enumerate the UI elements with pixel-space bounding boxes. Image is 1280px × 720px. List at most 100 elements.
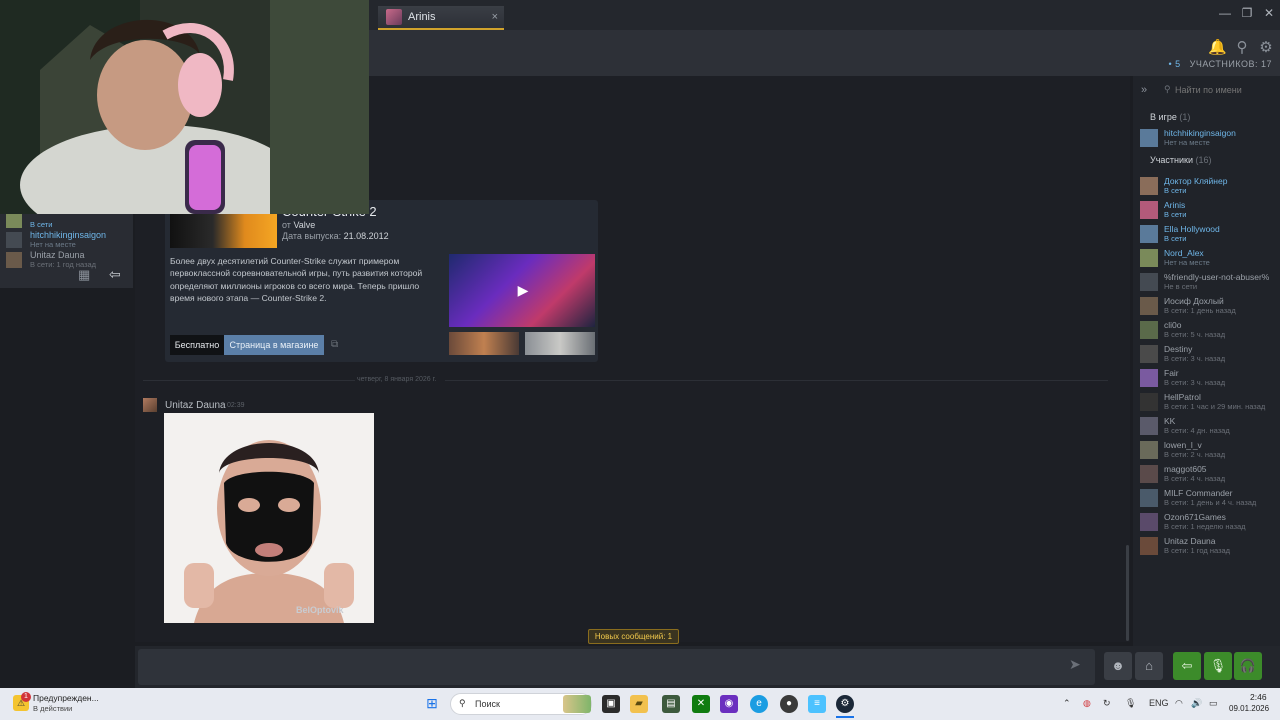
battery-icon[interactable]: ▭	[1209, 698, 1218, 709]
schedule-icon[interactable]: ▦	[78, 267, 90, 283]
add-user-icon[interactable]: ⚲	[1233, 38, 1251, 56]
member-name: Доктор Кляйнер	[1164, 176, 1228, 186]
member-row[interactable]: Nord_Alex Нет на месте	[1140, 246, 1280, 270]
member-row[interactable]: Иосиф Дохлый В сети: 1 день назад	[1140, 294, 1280, 318]
member-name: KK	[1164, 416, 1176, 426]
member-status: Нет на месте	[30, 240, 76, 249]
attach-button[interactable]: ⌂	[1135, 652, 1163, 680]
sync-icon[interactable]: ↻	[1103, 698, 1111, 709]
member-row[interactable]: Доктор Кляйнер В сети	[1140, 174, 1280, 198]
member-row[interactable]: %friendly-user-not-abuser% Не в сети	[1140, 270, 1280, 294]
clock-date[interactable]: 09.01.2026	[1229, 704, 1269, 713]
language-indicator[interactable]: ENG	[1149, 698, 1169, 708]
windows-start-icon[interactable]: ⊞	[424, 695, 440, 711]
member-row[interactable]: Unitaz Dauna В сети: 1 год назад	[1140, 534, 1280, 558]
member-count: • 5 УЧАСТНИКОВ: 17	[1168, 59, 1272, 69]
file-explorer-icon[interactable]: ▰	[630, 695, 648, 713]
settings-icon[interactable]: ⚙	[1257, 38, 1275, 56]
member-row[interactable]: lowen_l_v В сети: 2 ч. назад	[1140, 438, 1280, 462]
avatar	[1140, 489, 1158, 507]
emoji-button[interactable]: ☻	[1104, 652, 1132, 680]
friend-row[interactable]: hitchhikinginsaigon Нет на месте	[6, 230, 131, 250]
member-name: Иосиф Дохлый	[1164, 296, 1224, 306]
chevron-up-icon[interactable]: ⌃	[1063, 698, 1071, 709]
mic-button[interactable]: 🎙	[1204, 652, 1232, 680]
copy-icon[interactable]: ⧉	[331, 339, 343, 351]
play-icon[interactable]: ▶	[514, 282, 532, 300]
divider	[143, 380, 355, 381]
steam-icon[interactable]: ⚙	[836, 695, 854, 713]
member-row[interactable]: KK В сети: 4 дн. назад	[1140, 414, 1280, 438]
app-icon[interactable]: ▤	[662, 695, 680, 713]
message-input[interactable]	[138, 649, 1095, 685]
minimize-button[interactable]: —	[1214, 4, 1236, 22]
app-icon[interactable]: ◉	[720, 695, 738, 713]
free-button[interactable]: Бесплатно	[170, 335, 224, 355]
member-row[interactable]: Destiny В сети: 3 ч. назад	[1140, 342, 1280, 366]
leave-voice-button[interactable]: ⇦	[1173, 652, 1201, 680]
member-name: Arinis	[1164, 200, 1186, 210]
avatar	[1140, 201, 1158, 219]
member-row[interactable]: Arinis В сети	[1140, 198, 1280, 222]
notification-title[interactable]: Предупрежден...	[33, 693, 99, 703]
game-description: Более двух десятилетий Counter-Strike сл…	[170, 256, 423, 303]
member-row[interactable]: HellPatrol В сети: 1 час и 29 мин. назад	[1140, 390, 1280, 414]
close-icon[interactable]: ×	[492, 11, 498, 23]
message-image[interactable]	[164, 413, 374, 623]
member-name: Ozon671Games	[1164, 512, 1226, 522]
member-name: HellPatrol	[1164, 392, 1201, 402]
xbox-icon[interactable]: ✕	[692, 695, 710, 713]
collapse-icon[interactable]: »	[1141, 84, 1147, 96]
message-author[interactable]: Unitaz Dauna	[165, 400, 226, 411]
close-window-button[interactable]: ✕	[1258, 4, 1280, 22]
game-release: Дата выпуска: 21.08.2012	[282, 231, 389, 241]
task-view-icon[interactable]: ▣	[602, 695, 620, 713]
game-screenshot-thumb[interactable]	[525, 332, 595, 355]
member-status: В сети: 1 день назад	[1164, 306, 1236, 315]
member-row[interactable]: cli0o В сети: 5 ч. назад	[1140, 318, 1280, 342]
date-divider: четверг, 8 января 2026 г.	[357, 376, 437, 383]
member-row[interactable]: Ozon671Games В сети: 1 неделю назад	[1140, 510, 1280, 534]
divider	[445, 380, 1108, 381]
member-row[interactable]: hitchhikinginsaigon Нет на месте	[1140, 126, 1280, 150]
member-row[interactable]: maggot605 В сети: 4 ч. назад	[1140, 462, 1280, 486]
member-name: Unitaz Dauna	[1164, 536, 1216, 546]
volume-icon[interactable]: 🔊	[1191, 698, 1202, 709]
mic-icon[interactable]: 🎙	[1125, 698, 1136, 709]
member-row[interactable]: Ella Hollywood В сети	[1140, 222, 1280, 246]
member-status: В сети: 1 неделю назад	[1164, 522, 1246, 531]
app-icon[interactable]: ●	[780, 695, 798, 713]
bell-icon[interactable]: 🔔	[1208, 38, 1227, 56]
member-status: В сети: 1 день и 4 ч. назад	[1164, 498, 1257, 507]
send-icon[interactable]: ➤	[1069, 656, 1081, 673]
tab-arinis[interactable]: Arinis ×	[378, 6, 504, 30]
wifi-icon[interactable]: ◠	[1175, 698, 1183, 709]
member-name: %friendly-user-not-abuser%	[1164, 272, 1270, 282]
chat-scrollbar[interactable]	[1126, 545, 1129, 641]
clock-time[interactable]: 2:46	[1250, 692, 1267, 702]
member-name: maggot605	[1164, 464, 1207, 474]
store-page-button[interactable]: Страница в магазине	[224, 335, 324, 355]
member-name: hitchhikinginsaigon	[1164, 128, 1236, 138]
section-in-game: В игре (1)	[1150, 112, 1191, 122]
leave-icon[interactable]: ⇦	[109, 266, 121, 283]
member-row[interactable]: Fair В сети: 3 ч. назад	[1140, 366, 1280, 390]
avatar	[1140, 321, 1158, 339]
member-status: В сети	[30, 220, 53, 229]
notification-subtitle: В действии	[33, 704, 73, 713]
new-messages-badge[interactable]: Новых сообщений: 1	[588, 629, 679, 644]
restore-button[interactable]: ❐	[1236, 4, 1258, 22]
game-logo[interactable]	[170, 214, 277, 248]
avatar	[6, 232, 22, 248]
member-status: В сети: 1 час и 29 мин. назад	[1164, 402, 1266, 411]
game-screenshot-thumb[interactable]	[449, 332, 519, 355]
avatar	[1140, 537, 1158, 555]
headset-button[interactable]: 🎧	[1234, 652, 1262, 680]
member-row[interactable]: MILF Commander В сети: 1 день и 4 ч. наза…	[1140, 486, 1280, 510]
avatar[interactable]	[143, 398, 157, 412]
member-status: Не в сети	[1164, 282, 1198, 291]
notepad-icon[interactable]: ≡	[808, 695, 826, 713]
member-search-input[interactable]	[1163, 82, 1275, 98]
edge-icon[interactable]: e	[750, 695, 768, 713]
app-tray-icon[interactable]: ◍	[1083, 698, 1091, 709]
